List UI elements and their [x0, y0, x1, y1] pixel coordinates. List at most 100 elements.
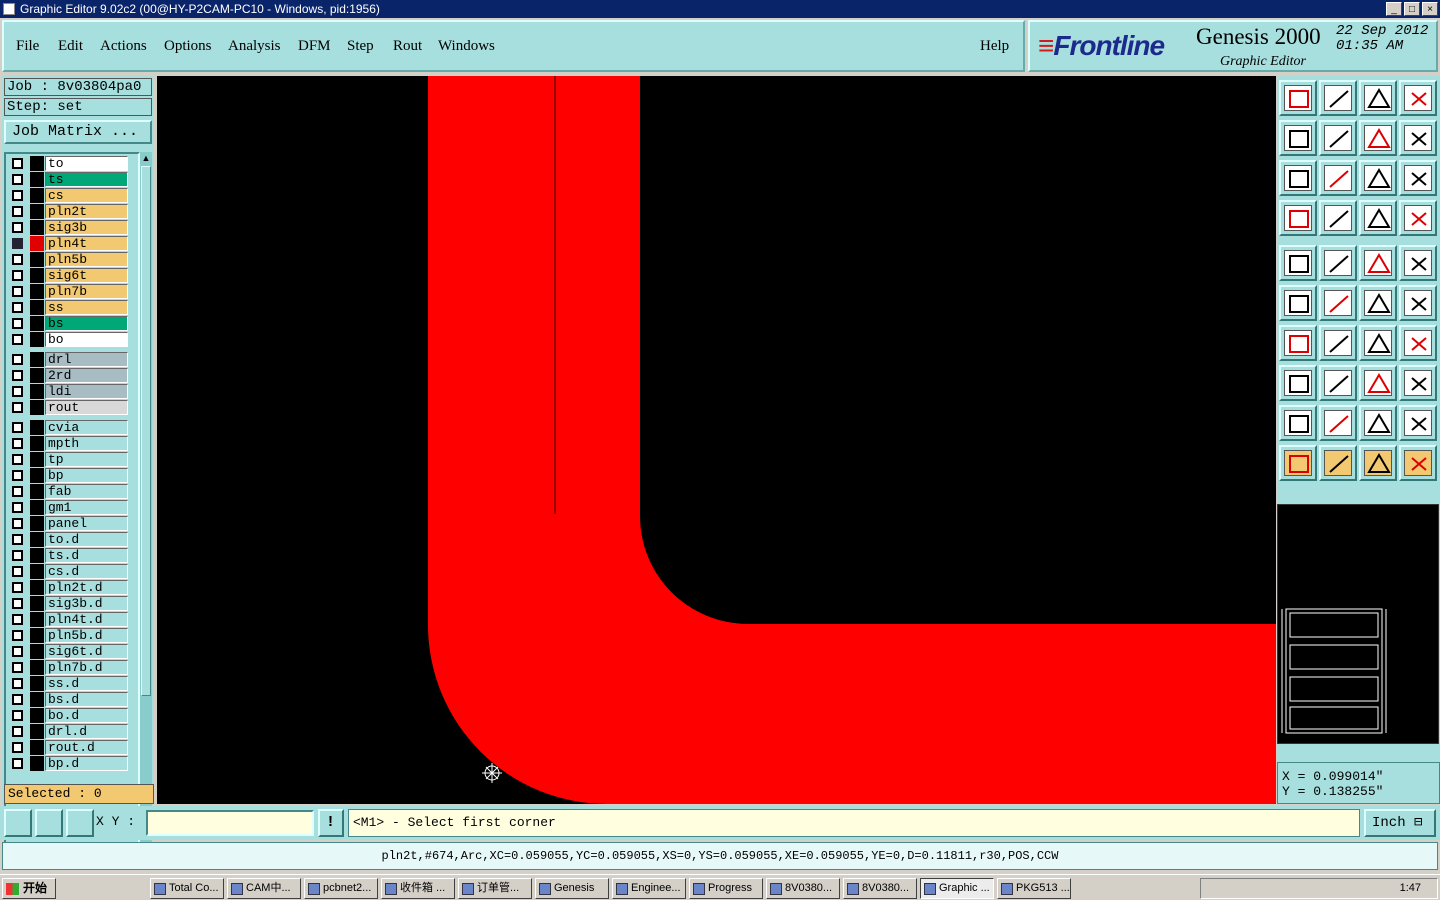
layer-color-swatch[interactable] — [30, 628, 44, 643]
layer-color-swatch[interactable] — [30, 660, 44, 675]
layer-checkbox[interactable] — [12, 678, 23, 689]
layer-color-swatch[interactable] — [30, 236, 44, 251]
taskbar-item[interactable]: pcbnet2... — [304, 878, 378, 899]
layer-checkbox[interactable] — [12, 370, 23, 381]
layer-name[interactable]: rout.d — [45, 740, 128, 755]
layer-row-to[interactable]: to — [8, 156, 128, 171]
layer-color-swatch[interactable] — [30, 368, 44, 383]
line-point-icon[interactable] — [1359, 285, 1397, 321]
layer-row-bo[interactable]: bo — [8, 332, 128, 347]
layer-row-drl[interactable]: drl — [8, 352, 128, 367]
layer-color-swatch[interactable] — [30, 204, 44, 219]
layer-name[interactable]: pln5b.d — [45, 628, 128, 643]
poly-b-icon[interactable] — [1319, 405, 1357, 441]
layer-name[interactable]: pln4t — [45, 236, 128, 251]
layer-checkbox[interactable] — [12, 222, 23, 233]
layer-color-swatch[interactable] — [30, 708, 44, 723]
layer-checkbox[interactable] — [12, 158, 23, 169]
layer-name[interactable]: ss.d — [45, 676, 128, 691]
layer-checkbox[interactable] — [12, 238, 23, 249]
layer-color-swatch[interactable] — [30, 612, 44, 627]
menu-edit[interactable]: Edit — [58, 38, 83, 55]
layer-name[interactable]: cvia — [45, 420, 128, 435]
layer-row-fab[interactable]: fab — [8, 484, 128, 499]
layer-row-bs.d[interactable]: bs.d — [8, 692, 128, 707]
layer-row-ts.d[interactable]: ts.d — [8, 548, 128, 563]
taskbar-item[interactable]: 8V0380... — [843, 878, 917, 899]
layer-checkbox[interactable] — [12, 334, 23, 345]
layer-name[interactable]: tp — [45, 452, 128, 467]
layer-checkbox[interactable] — [12, 742, 23, 753]
layer-color-swatch[interactable] — [30, 268, 44, 283]
layer-color-swatch[interactable] — [30, 332, 44, 347]
undo-icon[interactable] — [1359, 120, 1397, 156]
layer-name[interactable]: ss — [45, 300, 128, 315]
taskbar-item[interactable]: PKG513 ... — [997, 878, 1071, 899]
layer-name[interactable]: ts.d — [45, 548, 128, 563]
layer-name[interactable]: bs.d — [45, 692, 128, 707]
layer-name[interactable]: mpth — [45, 436, 128, 451]
redraw-icon[interactable] — [1399, 120, 1437, 156]
layer-name[interactable]: pln7b.d — [45, 660, 128, 675]
layer-color-swatch[interactable] — [30, 724, 44, 739]
layers-b-icon[interactable] — [1399, 200, 1437, 236]
layer-color-swatch[interactable] — [30, 676, 44, 691]
grid-snap-icon[interactable] — [66, 809, 94, 837]
layer-row-sig6t[interactable]: sig6t — [8, 268, 128, 283]
layer-checkbox[interactable] — [12, 534, 23, 545]
poly-d-icon[interactable] — [1399, 405, 1437, 441]
layer-checkbox[interactable] — [12, 710, 23, 721]
taskbar-item[interactable]: 收件箱 ... — [381, 878, 455, 899]
help-icon[interactable] — [1399, 160, 1437, 196]
layer-name[interactable]: pln7b — [45, 284, 128, 299]
layer-row-2rd[interactable]: 2rd — [8, 368, 128, 383]
zoom-center-icon[interactable] — [1319, 160, 1357, 196]
layer-checkbox[interactable] — [12, 438, 23, 449]
layer-row-pln4t[interactable]: pln4t — [8, 236, 128, 251]
taskbar-item[interactable]: Enginee... — [612, 878, 686, 899]
layer-name[interactable]: sig3b.d — [45, 596, 128, 611]
layer-name[interactable]: ldi — [45, 384, 128, 399]
layer-name[interactable]: to.d — [45, 532, 128, 547]
layer-name[interactable]: pln5b — [45, 252, 128, 267]
layer-row-ss.d[interactable]: ss.d — [8, 676, 128, 691]
layer-row-sig6t.d[interactable]: sig6t.d — [8, 644, 128, 659]
poly-c-icon[interactable] — [1359, 405, 1397, 441]
taskbar-item[interactable]: 订单管... — [458, 878, 532, 899]
text-f-icon[interactable] — [1399, 325, 1437, 361]
menu-help[interactable]: Help — [980, 38, 1009, 55]
minus-icon[interactable] — [1319, 365, 1357, 401]
layer-color-swatch[interactable] — [30, 484, 44, 499]
layer-checkbox[interactable] — [12, 550, 23, 561]
layer-name[interactable]: bp.d — [45, 756, 128, 771]
snap-icon[interactable] — [1319, 200, 1357, 236]
graphic-canvas[interactable] — [157, 76, 1276, 804]
layer-name[interactable]: pln2t.d — [45, 580, 128, 595]
pan-left-icon[interactable] — [1279, 120, 1317, 156]
line-icon[interactable] — [1319, 325, 1357, 361]
layer-name[interactable]: ts — [45, 172, 128, 187]
layer-checkbox[interactable] — [12, 302, 23, 313]
measure-icon[interactable] — [1359, 365, 1397, 401]
taskbar-item[interactable]: Total Co... — [150, 878, 224, 899]
layer-color-swatch[interactable] — [30, 548, 44, 563]
add-pad-icon[interactable] — [1279, 285, 1317, 321]
layer-row-pln7b.d[interactable]: pln7b.d — [8, 660, 128, 675]
layer-checkbox[interactable] — [12, 318, 23, 329]
taskbar-item[interactable]: Graphic ... — [920, 878, 994, 899]
layer-name[interactable]: 2rd — [45, 368, 128, 383]
layer-name[interactable]: gm1 — [45, 500, 128, 515]
layer-name[interactable]: fab — [45, 484, 128, 499]
layer-color-swatch[interactable] — [30, 188, 44, 203]
layer-color-swatch[interactable] — [30, 644, 44, 659]
layer-color-swatch[interactable] — [30, 468, 44, 483]
layer-color-swatch[interactable] — [30, 284, 44, 299]
layer-checkbox[interactable] — [12, 646, 23, 657]
minimap[interactable] — [1277, 504, 1439, 744]
layer-row-pln2t[interactable]: pln2t — [8, 204, 128, 219]
layer-name[interactable]: sig3b — [45, 220, 128, 235]
menu-rout[interactable]: Rout — [393, 38, 422, 55]
layer-row-rout[interactable]: rout — [8, 400, 128, 415]
taskbar-item[interactable]: Genesis — [535, 878, 609, 899]
layer-color-swatch[interactable] — [30, 400, 44, 415]
